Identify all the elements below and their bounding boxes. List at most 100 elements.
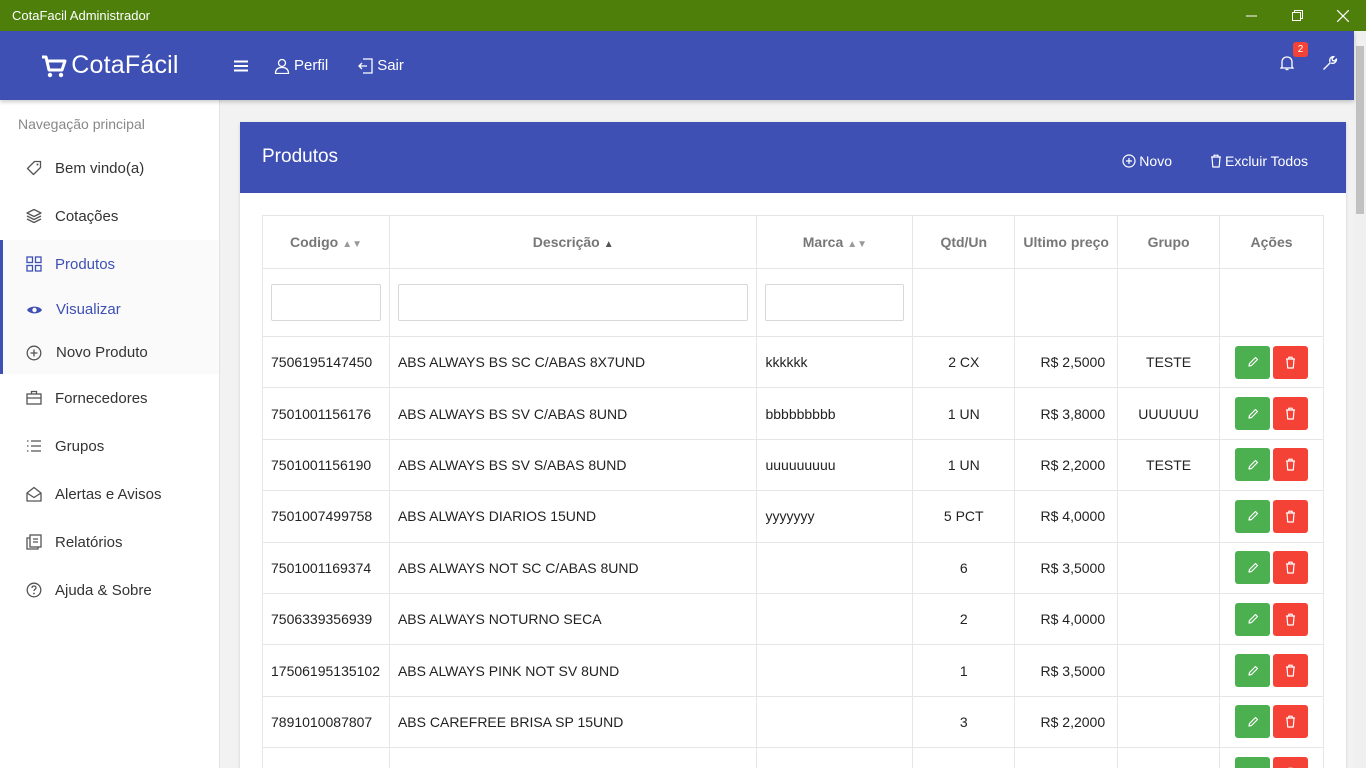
sidebar-item-bem-vindo[interactable]: Bem vindo(a) [0, 144, 219, 192]
menu-toggle[interactable] [234, 60, 252, 72]
codigo-cell: 17506195135102 [262, 644, 390, 697]
sidebar-item-produtos[interactable]: Produtos [3, 240, 219, 288]
edit-button[interactable] [1235, 345, 1271, 379]
sort-icon: ▲▼ [847, 239, 868, 250]
sidebar-item-label: Grupos [55, 437, 105, 455]
actions-cell [1219, 438, 1324, 492]
preco-cell: R$ 4,0000 [1014, 592, 1119, 646]
actions-cell [1219, 541, 1324, 594]
sidebar-item-relatorios[interactable]: Relatórios [0, 518, 219, 566]
table-row: 7506339356939 ABS ALWAYS NOTURNO SECA 2 R$ … [262, 592, 1324, 646]
edit-button[interactable] [1235, 654, 1271, 688]
trash-icon [1285, 664, 1296, 677]
pencil-icon [1247, 408, 1259, 420]
novo-button[interactable]: Novo [1122, 153, 1172, 169]
column-header-descricao[interactable]: Descrição ▲ [388, 215, 758, 269]
sidebar-item-label: Produtos [55, 255, 116, 273]
marca-cell: kkkkkk [756, 335, 914, 389]
sidebar-item-label: Cotações [55, 207, 119, 225]
brand-logo[interactable]: CotaFácil [0, 51, 220, 80]
minimize-icon[interactable] [1228, 0, 1274, 31]
grid-icon [26, 256, 55, 272]
restore-icon[interactable] [1274, 0, 1320, 31]
edit-button[interactable] [1235, 705, 1271, 739]
delete-button[interactable] [1273, 654, 1309, 688]
perfil-label: Perfil [294, 57, 329, 74]
plus-circle-icon [26, 345, 56, 361]
delete-button[interactable] [1273, 705, 1309, 739]
codigo-cell: 7506195147450 [262, 335, 390, 389]
delete-button[interactable] [1273, 397, 1309, 431]
pencil-icon [1247, 510, 1259, 522]
close-icon[interactable] [1320, 0, 1366, 31]
table-row: 7891010087807 ABS CAREFREE BRISA SP 15UND… [262, 695, 1324, 749]
actions-cell [1219, 592, 1324, 646]
marca-cell [756, 747, 914, 768]
delete-button[interactable] [1273, 602, 1309, 636]
perfil-link[interactable]: Perfil [274, 57, 328, 74]
grupo-cell: TESTE [1117, 335, 1221, 389]
edit-button[interactable] [1235, 602, 1271, 636]
delete-button[interactable] [1273, 551, 1309, 585]
marca-cell: uuuuuuuuu [756, 438, 914, 492]
table-row: 7501001156176 ABS ALWAYS BS SV C/ABAS 8UN… [262, 387, 1324, 440]
sidebar-item-alertas[interactable]: Alertas e Avisos [0, 470, 219, 518]
actions-cell [1219, 387, 1324, 440]
codigo-filter-input[interactable] [271, 284, 381, 321]
scrollbar-thumb[interactable] [1356, 46, 1364, 214]
sidebar-item-label: Bem vindo(a) [55, 159, 145, 177]
codigo-cell: 7501007499758 [262, 490, 390, 543]
mail-open-icon [26, 486, 55, 502]
sidebar-item-fornecedores[interactable]: Fornecedores [0, 374, 219, 422]
qtd-cell: 1 [912, 747, 1016, 768]
delete-button[interactable] [1273, 448, 1309, 482]
table-row: 7501001156190 ABS ALWAYS BS SV S/ABAS 8UN… [262, 438, 1324, 492]
edit-button[interactable] [1235, 551, 1271, 585]
scrollbar[interactable] [1354, 31, 1366, 768]
edit-button[interactable] [1235, 397, 1271, 431]
column-header-acoes: Ações [1219, 215, 1324, 269]
table-row: 7501007499758 ABS ALWAYS DIARIOS 15UND yyy… [262, 490, 1324, 543]
descricao-cell: ABS ALWAYS BS SV C/ABAS 8UND [388, 387, 758, 440]
sidebar-group-produtos: Produtos Visualizar Novo Produto [0, 240, 219, 374]
eye-icon [26, 304, 56, 316]
edit-button[interactable] [1235, 499, 1271, 533]
window-titlebar: CotaFacil Administrador [0, 0, 1366, 31]
descricao-filter-input[interactable] [397, 284, 749, 321]
hamburger-icon [234, 60, 248, 71]
column-header-codigo[interactable]: Codigo ▲▼ [262, 215, 390, 269]
excluir-todos-button[interactable]: Excluir Todos [1210, 153, 1308, 169]
sidebar-subitem-novo-produto[interactable]: Novo Produto [3, 331, 219, 374]
table-row: 7506195147450 ABS ALWAYS BS SC C/ABAS 8X7… [262, 335, 1324, 389]
edit-button[interactable] [1235, 448, 1271, 482]
table-row: 7891010015968ABS CAREFREE MENTA LIFE 15U… [262, 747, 1324, 768]
sidebar-subitem-visualizar[interactable]: Visualizar [3, 288, 219, 331]
column-header-marca[interactable]: Marca ▲▼ [756, 215, 914, 269]
pencil-icon [1247, 356, 1259, 368]
qtd-cell: 1 UN [912, 387, 1016, 440]
column-header-preco: Ultimo preço [1014, 215, 1119, 269]
sidebar-item-grupos[interactable]: Grupos [0, 422, 219, 470]
delete-button[interactable] [1273, 756, 1309, 768]
grupo-cell: UUUUUU [1117, 387, 1221, 440]
marca-cell [756, 592, 914, 646]
settings-button[interactable] [1322, 55, 1338, 76]
descricao-cell: ABS ALWAYS BS SC C/ABAS 8X7UND [388, 335, 758, 389]
grupo-cell [1117, 541, 1221, 594]
descricao-cell: ABS CAREFREE MENTA LIFE 15UND [388, 747, 758, 768]
preco-cell: R$ 2,2000 [1014, 695, 1119, 749]
sidebar-item-ajuda[interactable]: Ajuda & Sobre [0, 566, 219, 614]
notifications-button[interactable]: 2 [1279, 42, 1308, 76]
preco-cell: R$ 3,8000 [1014, 387, 1119, 440]
help-icon [26, 582, 55, 598]
delete-button[interactable] [1273, 499, 1309, 533]
pencil-icon [1247, 716, 1259, 728]
edit-button[interactable] [1235, 756, 1271, 768]
sidebar-item-cotacoes[interactable]: Cotações [0, 192, 219, 240]
delete-button[interactable] [1273, 345, 1309, 379]
sair-link[interactable]: Sair [358, 57, 404, 74]
app-header: CotaFácil Perfil Sair 2 [0, 31, 1354, 100]
marca-filter-input[interactable] [765, 284, 905, 321]
codigo-cell: 7891010087807 [262, 695, 390, 749]
codigo-cell: 7501001169374 [262, 541, 390, 594]
